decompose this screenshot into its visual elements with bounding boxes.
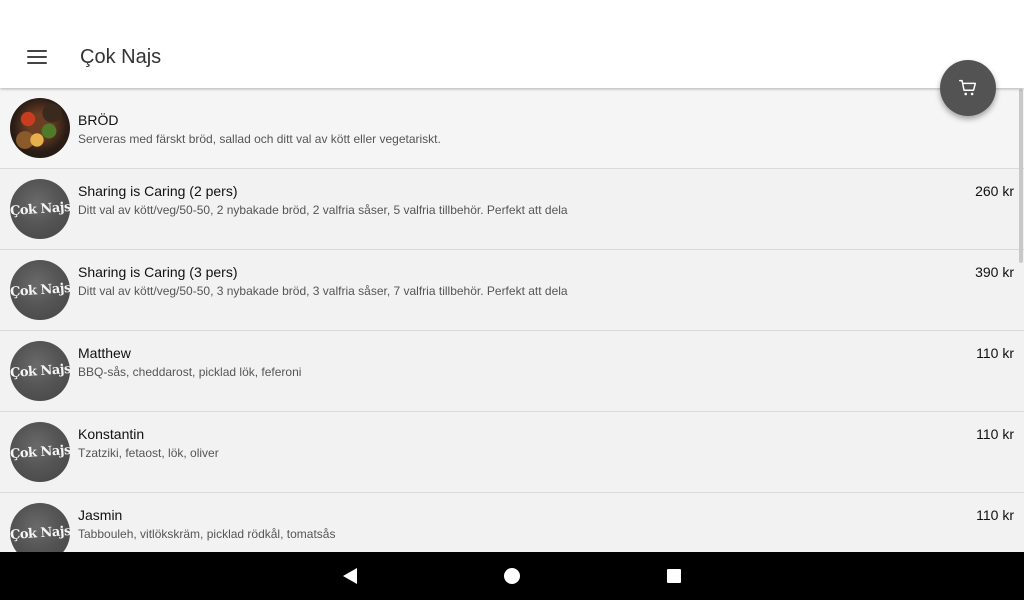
back-button[interactable] <box>326 552 374 600</box>
item-logo-thumbnail: Çok Najs <box>10 260 70 320</box>
item-description: BBQ-sås, cheddarost, picklad lök, fefero… <box>78 365 302 379</box>
back-triangle-icon <box>343 568 357 584</box>
item-description: Ditt val av kött/veg/50-50, 3 nybakade b… <box>78 284 568 298</box>
item-price: 110 kr <box>976 345 1014 361</box>
item-price: 260 kr <box>975 183 1014 199</box>
menu-item-row[interactable]: Çok Najs Konstantin Tzatziki, fetaost, l… <box>0 412 1024 493</box>
category-name: BRÖD <box>78 112 119 128</box>
app-screen: Çok Najs BRÖD Serveras med färskt bröd, … <box>0 0 1024 600</box>
app-title: Çok Najs <box>80 46 162 68</box>
item-name: Sharing is Caring (3 pers) <box>78 264 238 280</box>
shopping-cart-icon <box>959 79 977 96</box>
item-price: 110 kr <box>976 426 1014 442</box>
category-food-image <box>10 98 70 158</box>
logo-text: Çok Najs <box>10 442 70 462</box>
menu-item-row[interactable]: Çok Najs Sharing is Caring (2 pers) Ditt… <box>0 169 1024 250</box>
cart-button[interactable] <box>940 60 996 116</box>
menu-item-row[interactable]: Çok Najs Sharing is Caring (3 pers) Ditt… <box>0 250 1024 331</box>
menu-bar-line <box>27 49 47 53</box>
logo-text: Çok Najs <box>10 280 70 300</box>
item-logo-thumbnail: Çok Najs <box>10 422 70 482</box>
item-name: Jasmin <box>78 507 123 523</box>
logo-text: Çok Najs <box>10 361 70 381</box>
category-header-row[interactable]: BRÖD Serveras med färskt bröd, sallad oc… <box>0 88 1024 169</box>
menu-list: BRÖD Serveras med färskt bröd, sallad oc… <box>0 88 1024 552</box>
app-bar: Çok Najs <box>0 0 1024 88</box>
item-price: 110 kr <box>976 507 1014 523</box>
logo-text: Çok Najs <box>10 199 70 219</box>
menu-item-row[interactable]: Çok Najs Matthew BBQ-sås, cheddarost, pi… <box>0 331 1024 412</box>
item-description: Tzatziki, fetaost, lök, oliver <box>78 446 219 460</box>
item-logo-thumbnail: Çok Najs <box>10 179 70 239</box>
list-scrollbar[interactable] <box>1019 89 1023 263</box>
item-price: 390 kr <box>975 264 1014 280</box>
item-description: Tabbouleh, vitlökskräm, picklad rödkål, … <box>78 527 336 541</box>
menu-bar-line <box>27 55 47 59</box>
item-name: Sharing is Caring (2 pers) <box>78 183 238 199</box>
item-logo-thumbnail: Çok Najs <box>10 341 70 401</box>
item-logo-thumbnail: Çok Najs <box>10 503 70 552</box>
menu-bar-line <box>27 61 47 65</box>
home-circle-icon <box>504 568 520 584</box>
recents-button[interactable] <box>650 552 698 600</box>
item-description: Ditt val av kött/veg/50-50, 2 nybakade b… <box>78 203 568 217</box>
menu-item-row[interactable]: Çok Najs Jasmin Tabbouleh, vitlökskräm, … <box>0 493 1024 552</box>
home-button[interactable] <box>488 552 536 600</box>
hamburger-menu-icon[interactable] <box>16 36 58 78</box>
item-name: Konstantin <box>78 426 145 442</box>
category-description: Serveras med färskt bröd, sallad och dit… <box>78 132 441 146</box>
recents-square-icon <box>667 569 681 583</box>
item-name: Matthew <box>78 345 131 361</box>
logo-text: Çok Najs <box>10 523 70 543</box>
system-navigation-bar <box>0 552 1024 600</box>
